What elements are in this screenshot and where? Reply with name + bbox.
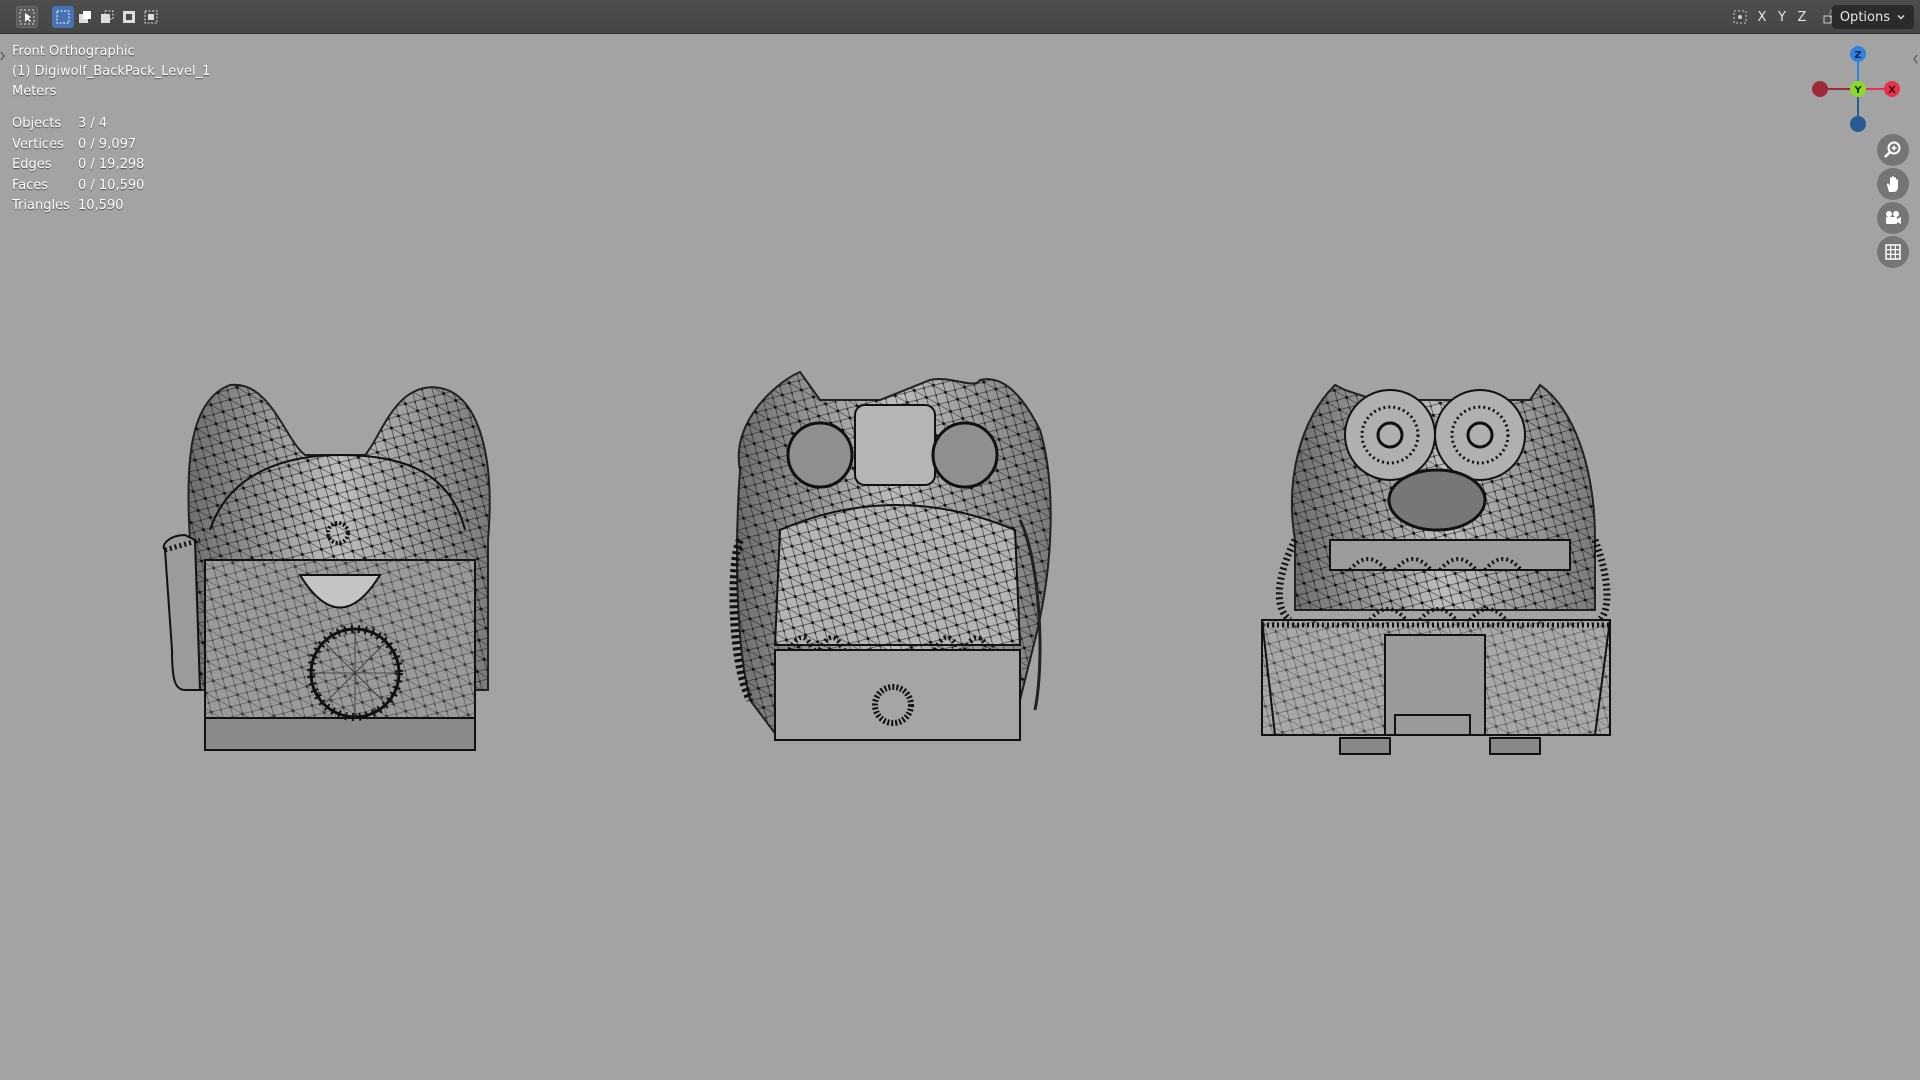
backpack-model-front[interactable] <box>162 383 491 751</box>
gizmo-neg-x-axis[interactable] <box>1812 81 1828 97</box>
gizmo-x-label: X <box>1888 85 1896 96</box>
backpack-model-back[interactable] <box>729 370 1052 741</box>
backpack-model-side[interactable] <box>1261 383 1611 755</box>
viewport-canvas[interactable] <box>0 0 1920 1080</box>
pan-hand-icon[interactable] <box>1877 168 1909 200</box>
grid-icon[interactable] <box>1877 236 1909 268</box>
camera-icon[interactable] <box>1877 202 1909 234</box>
zoom-icon[interactable] <box>1877 134 1909 166</box>
navigation-gizmo[interactable]: Z X Y <box>1800 44 1900 136</box>
gizmo-z-label: Z <box>1854 50 1861 61</box>
gizmo-y-label: Y <box>1853 85 1862 96</box>
gizmo-neg-z-axis[interactable] <box>1850 116 1866 132</box>
